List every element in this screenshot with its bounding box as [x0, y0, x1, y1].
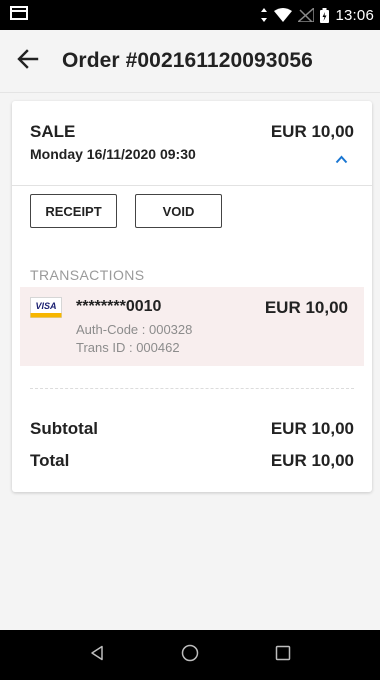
- void-button[interactable]: VOID: [135, 194, 222, 228]
- trans-id: Trans ID : 000462: [76, 340, 180, 355]
- sale-header[interactable]: SALE Monday 16/11/2020 09:30 EUR 10,00: [12, 101, 372, 186]
- transactions-heading: TRANSACTIONS: [30, 267, 145, 283]
- notification-icon: [10, 6, 28, 24]
- nav-back-button[interactable]: [72, 630, 122, 680]
- divider: [30, 388, 354, 389]
- chevron-up-icon[interactable]: [335, 151, 348, 169]
- transaction-amount: EUR 10,00: [264, 298, 348, 317]
- total-value: EUR 10,00: [270, 451, 354, 470]
- back-button[interactable]: [0, 30, 56, 92]
- nav-recents-button[interactable]: [258, 630, 308, 680]
- visa-logo-text: VISA: [35, 301, 56, 311]
- data-arrows-icon: [260, 8, 268, 22]
- home-circle-icon: [181, 644, 199, 667]
- status-right: 13:06: [260, 7, 374, 24]
- status-left: [10, 6, 28, 24]
- status-bar: 13:06: [0, 0, 380, 30]
- battery-icon: [320, 7, 330, 23]
- back-triangle-icon: [90, 645, 104, 666]
- transaction-row[interactable]: VISA ********0010 Auth-Code : 000328 Tra…: [20, 287, 364, 366]
- arrow-back-icon: [17, 48, 39, 74]
- sale-amount: EUR 10,00: [270, 122, 354, 141]
- sale-date: Monday 16/11/2020 09:30: [30, 146, 196, 162]
- wifi-icon: [274, 8, 293, 22]
- subtotal-label: Subtotal: [30, 419, 98, 438]
- total-label: Total: [30, 451, 70, 470]
- page-title: Order #002161120093056: [62, 49, 313, 72]
- recents-square-icon: [275, 645, 291, 666]
- receipt-button[interactable]: RECEIPT: [30, 194, 117, 228]
- status-time: 13:06: [335, 6, 374, 24]
- visa-card-icon: VISA: [30, 297, 62, 323]
- action-buttons: RECEIPT VOID: [30, 194, 222, 228]
- app-bar: Order #002161120093056: [0, 30, 380, 93]
- no-signal-icon: [298, 8, 315, 22]
- order-card: SALE Monday 16/11/2020 09:30 EUR 10,00 R…: [12, 101, 372, 492]
- nav-home-button[interactable]: [165, 630, 215, 680]
- auth-code: Auth-Code : 000328: [76, 322, 193, 337]
- navigation-bar: [0, 630, 380, 680]
- subtotal-value: EUR 10,00: [270, 419, 354, 438]
- card-number: ********0010: [76, 298, 162, 315]
- sale-type: SALE: [30, 122, 76, 141]
